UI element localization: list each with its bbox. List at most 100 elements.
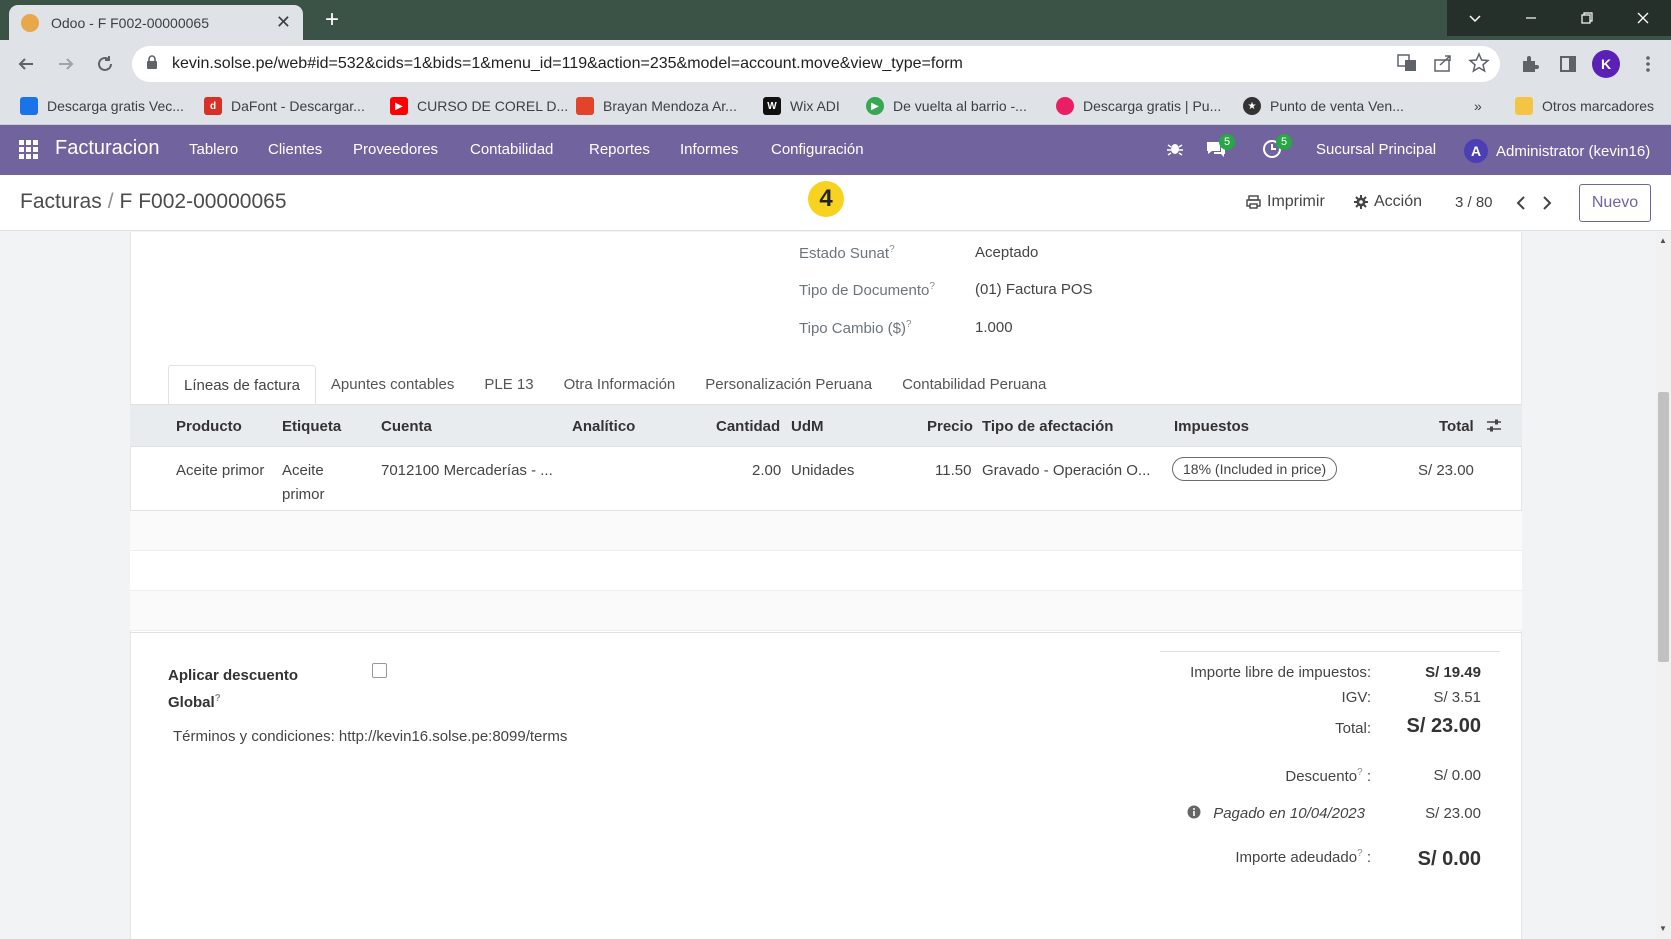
pager-value[interactable]: 3 / 80 — [1455, 194, 1493, 211]
column-total[interactable]: Total — [1439, 418, 1474, 435]
apps-grid-icon[interactable] — [18, 139, 40, 161]
cell-cantidad[interactable]: 2.00 — [752, 459, 781, 483]
scroll-up-icon[interactable]: ▲ — [1659, 236, 1667, 245]
cell-udm[interactable]: Unidades — [791, 459, 854, 483]
bookmark-star-icon[interactable] — [1468, 52, 1490, 79]
bookmark-item[interactable]: ▶ De vuelta al barrio -... — [866, 96, 1027, 116]
tab-otra-informacion[interactable]: Otra Información — [549, 365, 691, 405]
column-tipo-afectacion[interactable]: Tipo de afectación — [982, 418, 1113, 435]
global-discount-checkbox[interactable] — [372, 663, 387, 678]
step-marker-badge: 4 — [808, 181, 844, 217]
activities-button[interactable]: 5 — [1262, 134, 1292, 164]
other-bookmarks[interactable]: Otros marcadores — [1515, 96, 1654, 116]
table-row[interactable]: Aceite primor Aceite primor 7012100 Merca… — [130, 447, 1522, 511]
bookmark-item[interactable]: W Wix ADI — [763, 96, 840, 116]
bookmark-item[interactable]: ▶ CURSO DE COREL D... — [390, 96, 568, 116]
bookmark-favicon-icon — [20, 97, 38, 115]
tab-search-chevron-icon[interactable] — [1447, 0, 1503, 36]
menu-reportes[interactable]: Reportes — [589, 141, 650, 158]
cell-cuenta[interactable]: 7012100 Mercaderías - ... — [381, 459, 553, 483]
close-window-icon[interactable] — [1615, 0, 1671, 36]
cell-producto[interactable]: Aceite primor — [176, 459, 264, 483]
side-panel-icon[interactable] — [1554, 50, 1582, 78]
profile-avatar[interactable]: K — [1592, 50, 1620, 78]
reload-icon[interactable] — [91, 50, 119, 78]
browser-titlebar: Odoo - F F002-00000065 ✕ + — [0, 0, 1671, 40]
restore-icon[interactable] — [1559, 0, 1615, 36]
menu-clientes[interactable]: Clientes — [268, 141, 322, 158]
tab-apuntes-contables[interactable]: Apuntes contables — [316, 365, 469, 405]
scroll-down-icon[interactable]: ▼ — [1659, 924, 1667, 933]
action-button[interactable]: Acción — [1354, 193, 1422, 211]
column-cantidad[interactable]: Cantidad — [716, 418, 780, 435]
bookmark-item[interactable]: Descarga gratis | Pu... — [1056, 96, 1221, 116]
bookmark-item[interactable]: Brayan Mendoza Ar... — [576, 96, 737, 116]
back-arrow-icon[interactable] — [12, 50, 40, 78]
forward-arrow-icon[interactable] — [52, 50, 80, 78]
column-precio[interactable]: Precio — [927, 418, 973, 435]
column-impuestos[interactable]: Impuestos — [1174, 418, 1249, 435]
pager-next-icon[interactable] — [1537, 191, 1557, 215]
payment-info-icon[interactable] — [1187, 805, 1201, 824]
tab-contabilidad-peruana[interactable]: Contabilidad Peruana — [887, 365, 1061, 405]
tab-personalizacion-peruana[interactable]: Personalización Peruana — [690, 365, 887, 405]
section-divider — [130, 632, 1522, 633]
activities-count-badge: 5 — [1276, 134, 1292, 150]
wix-favicon-icon: W — [763, 97, 781, 115]
bookmark-item[interactable]: Descarga gratis Vec... — [20, 96, 184, 116]
debug-bug-icon[interactable] — [1166, 139, 1184, 157]
messages-button[interactable]: 5 — [1205, 134, 1235, 164]
action-label: Acción — [1374, 193, 1423, 210]
extensions-puzzle-icon[interactable] — [1516, 50, 1544, 78]
translate-icon[interactable] — [1396, 52, 1418, 79]
more-bookmarks-chevron-icon[interactable]: » — [1474, 96, 1482, 116]
menu-tablero[interactable]: Tablero — [189, 141, 238, 158]
discount-label: Descuento? : — [1285, 767, 1371, 785]
minimize-icon[interactable] — [1503, 0, 1559, 36]
address-bar[interactable]: kevin.solse.pe/web#id=532&cids=1&bids=1&… — [132, 46, 1500, 82]
untaxed-amount-value: S/ 19.49 — [1425, 664, 1481, 681]
gitlab-favicon-icon — [576, 97, 594, 115]
tab-lineas-de-factura[interactable]: Líneas de factura — [168, 365, 316, 405]
menu-contabilidad[interactable]: Contabilidad — [470, 141, 553, 158]
tab-close-icon[interactable]: ✕ — [276, 12, 291, 33]
browser-toolbar: kevin.solse.pe/web#id=532&cids=1&bids=1&… — [0, 40, 1671, 87]
column-analitico[interactable]: Analítico — [572, 418, 635, 435]
breadcrumb-facturas[interactable]: Facturas — [20, 190, 102, 213]
page-scrollbar[interactable]: ▲ ▼ — [1656, 232, 1671, 939]
total-label: Total: — [1335, 720, 1371, 737]
column-etiqueta[interactable]: Etiqueta — [282, 418, 341, 435]
pager-previous-icon[interactable] — [1511, 191, 1531, 215]
scroll-thumb[interactable] — [1658, 392, 1669, 662]
column-cuenta[interactable]: Cuenta — [381, 418, 432, 435]
print-button[interactable]: Imprimir — [1246, 193, 1325, 211]
tipo-documento-value[interactable]: (01) Factura POS — [975, 281, 1093, 298]
menu-configuracion[interactable]: Configuración — [771, 141, 864, 158]
browser-tab[interactable]: Odoo - F F002-00000065 ✕ — [9, 5, 303, 40]
column-udm[interactable]: UdM — [791, 418, 824, 435]
company-switcher[interactable]: Sucursal Principal — [1316, 141, 1436, 158]
column-producto[interactable]: Producto — [176, 418, 242, 435]
bookmark-item[interactable]: ★ Punto de venta Ven... — [1243, 96, 1404, 116]
other-bookmarks-label: Otros marcadores — [1542, 98, 1655, 114]
new-button[interactable]: Nuevo — [1579, 184, 1651, 222]
tab-ple-13[interactable]: PLE 13 — [469, 365, 548, 405]
bookmark-label: Descarga gratis | Pu... — [1083, 98, 1222, 114]
bookmark-item[interactable]: d DaFont - Descargar... — [204, 96, 365, 116]
tipo-cambio-value[interactable]: 1.000 — [975, 319, 1013, 336]
bookmark-label: CURSO DE COREL D... — [417, 98, 569, 114]
optional-columns-sliders-icon[interactable] — [1486, 418, 1502, 439]
tax-tag[interactable]: 18% (Included in price) — [1172, 457, 1338, 481]
cell-tipo-afectacion[interactable]: Gravado - Operación O... — [982, 459, 1150, 483]
cell-etiqueta[interactable]: Aceite primor — [282, 459, 325, 507]
menu-proveedores[interactable]: Proveedores — [353, 141, 438, 158]
url-text[interactable]: kevin.solse.pe/web#id=532&cids=1&bids=1&… — [172, 55, 963, 73]
app-brand[interactable]: Facturacion — [55, 137, 160, 160]
user-menu[interactable]: A Administrator (kevin16) — [1464, 139, 1650, 163]
amount-due-value: S/ 0.00 — [1417, 848, 1481, 870]
browser-menu-icon[interactable] — [1634, 50, 1662, 78]
cell-precio[interactable]: 11.50 — [935, 459, 971, 483]
menu-informes[interactable]: Informes — [680, 141, 738, 158]
share-icon[interactable] — [1432, 52, 1454, 79]
new-tab-icon[interactable]: + — [318, 6, 346, 34]
